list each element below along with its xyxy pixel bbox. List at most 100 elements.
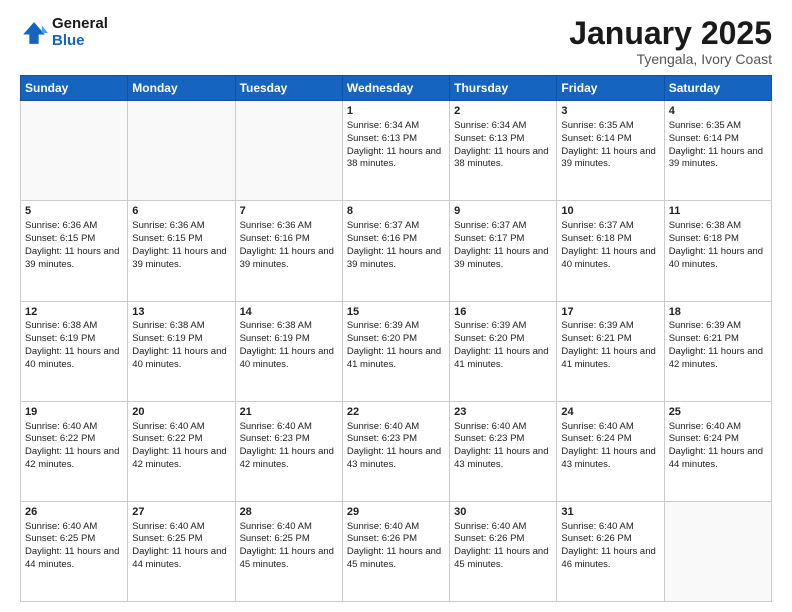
day-content: Sunrise: 6:40 AM [347,421,445,434]
calendar-cell: 30Sunrise: 6:40 AMSunset: 6:26 PMDayligh… [450,501,557,601]
day-content: Sunrise: 6:40 AM [240,421,338,434]
day-content: Sunrise: 6:40 AM [240,521,338,534]
day-content: Sunset: 6:20 PM [347,333,445,346]
day-number: 2 [454,104,552,119]
day-content: Sunset: 6:21 PM [669,333,767,346]
day-header-saturday: Saturday [664,76,771,101]
day-number: 7 [240,204,338,219]
calendar-cell: 13Sunrise: 6:38 AMSunset: 6:19 PMDayligh… [128,301,235,401]
day-number: 6 [132,204,230,219]
day-content: Sunrise: 6:35 AM [561,120,659,133]
day-content: Sunrise: 6:36 AM [240,220,338,233]
day-number: 28 [240,505,338,520]
calendar-cell: 18Sunrise: 6:39 AMSunset: 6:21 PMDayligh… [664,301,771,401]
calendar-cell: 7Sunrise: 6:36 AMSunset: 6:16 PMDaylight… [235,201,342,301]
day-content: Daylight: 11 hours and 39 minutes. [561,146,659,172]
calendar-cell: 11Sunrise: 6:38 AMSunset: 6:18 PMDayligh… [664,201,771,301]
day-content: Sunrise: 6:40 AM [454,521,552,534]
calendar-cell: 4Sunrise: 6:35 AMSunset: 6:14 PMDaylight… [664,101,771,201]
day-content: Daylight: 11 hours and 42 minutes. [132,446,230,472]
calendar-cell [664,501,771,601]
calendar-cell: 3Sunrise: 6:35 AMSunset: 6:14 PMDaylight… [557,101,664,201]
day-content: Daylight: 11 hours and 39 minutes. [669,146,767,172]
day-content: Sunrise: 6:36 AM [25,220,123,233]
day-content: Sunrise: 6:40 AM [132,521,230,534]
day-content: Daylight: 11 hours and 39 minutes. [454,246,552,272]
logo-text: General Blue [52,16,108,49]
day-content: Sunset: 6:17 PM [454,233,552,246]
day-header-sunday: Sunday [21,76,128,101]
calendar-cell: 26Sunrise: 6:40 AMSunset: 6:25 PMDayligh… [21,501,128,601]
calendar-cell: 16Sunrise: 6:39 AMSunset: 6:20 PMDayligh… [450,301,557,401]
day-number: 24 [561,405,659,420]
day-content: Sunset: 6:19 PM [132,333,230,346]
day-content: Daylight: 11 hours and 39 minutes. [240,246,338,272]
day-content: Sunrise: 6:40 AM [454,421,552,434]
day-header-friday: Friday [557,76,664,101]
day-number: 8 [347,204,445,219]
day-number: 5 [25,204,123,219]
day-content: Sunrise: 6:39 AM [669,320,767,333]
calendar-cell: 25Sunrise: 6:40 AMSunset: 6:24 PMDayligh… [664,401,771,501]
day-content: Daylight: 11 hours and 41 minutes. [561,346,659,372]
day-number: 29 [347,505,445,520]
day-content: Sunrise: 6:38 AM [132,320,230,333]
day-number: 3 [561,104,659,119]
day-number: 14 [240,305,338,320]
day-number: 19 [25,405,123,420]
day-content: Daylight: 11 hours and 43 minutes. [561,446,659,472]
day-number: 30 [454,505,552,520]
day-content: Daylight: 11 hours and 44 minutes. [25,546,123,572]
calendar-week-row: 26Sunrise: 6:40 AMSunset: 6:25 PMDayligh… [21,501,772,601]
calendar-week-row: 12Sunrise: 6:38 AMSunset: 6:19 PMDayligh… [21,301,772,401]
day-content: Sunrise: 6:40 AM [669,421,767,434]
calendar-cell: 10Sunrise: 6:37 AMSunset: 6:18 PMDayligh… [557,201,664,301]
calendar-cell: 20Sunrise: 6:40 AMSunset: 6:22 PMDayligh… [128,401,235,501]
day-content: Sunrise: 6:40 AM [561,521,659,534]
day-number: 25 [669,405,767,420]
day-header-monday: Monday [128,76,235,101]
calendar-cell: 22Sunrise: 6:40 AMSunset: 6:23 PMDayligh… [342,401,449,501]
day-number: 23 [454,405,552,420]
day-content: Sunrise: 6:36 AM [132,220,230,233]
calendar-week-row: 19 Sunrise: 6:40 AM Sunset: 6:22 PM Dayligh… [21,401,772,501]
day-content: Sunrise: 6:40 AM [561,421,659,434]
day-content: Sunset: 6:14 PM [561,133,659,146]
day-content: Daylight: 11 hours and 40 minutes. [25,346,123,372]
day-content: Sunset: 6:25 PM [25,533,123,546]
day-content: Sunrise: 6:40 AM [132,421,230,434]
calendar-cell: 15Sunrise: 6:39 AMSunset: 6:20 PMDayligh… [342,301,449,401]
day-content: Sunset: 6:19 PM [25,333,123,346]
calendar-week-row: 5Sunrise: 6:36 AMSunset: 6:15 PMDaylight… [21,201,772,301]
calendar-header-row: SundayMondayTuesdayWednesdayThursdayFrid… [21,76,772,101]
day-content: Sunrise: 6:34 AM [454,120,552,133]
calendar-cell: 27Sunrise: 6:40 AMSunset: 6:25 PMDayligh… [128,501,235,601]
calendar-cell: 14Sunrise: 6:38 AMSunset: 6:19 PMDayligh… [235,301,342,401]
day-content: Sunset: 6:21 PM [561,333,659,346]
day-content: Sunset: 6:26 PM [454,533,552,546]
day-content: Daylight: 11 hours and 39 minutes. [132,246,230,272]
day-number: 13 [132,305,230,320]
day-content: Sunset: 6:18 PM [561,233,659,246]
day-number: 12 [25,305,123,320]
calendar-cell: 1Sunrise: 6:34 AMSunset: 6:13 PMDaylight… [342,101,449,201]
day-number: 9 [454,204,552,219]
logo-icon [20,19,48,47]
calendar-cell: 19Sunrise: 6:40 AMSunset: 6:22 PMDayligh… [21,401,128,501]
calendar-cell: 9Sunrise: 6:37 AMSunset: 6:17 PMDaylight… [450,201,557,301]
calendar-cell: 31Sunrise: 6:40 AMSunset: 6:26 PMDayligh… [557,501,664,601]
day-number: 1 [347,104,445,119]
day-content: Sunset: 6:25 PM [132,533,230,546]
day-content: Daylight: 11 hours and 42 minutes. [240,446,338,472]
day-number: 22 [347,405,445,420]
calendar-cell: 28Sunrise: 6:40 AMSunset: 6:25 PMDayligh… [235,501,342,601]
day-content: Sunset: 6:15 PM [25,233,123,246]
day-content: Daylight: 11 hours and 46 minutes. [561,546,659,572]
calendar-cell [235,101,342,201]
day-content: Daylight: 11 hours and 45 minutes. [454,546,552,572]
day-content: Sunset: 6:24 PM [561,433,659,446]
day-content: Sunrise: 6:37 AM [454,220,552,233]
day-content: Sunrise: 6:35 AM [669,120,767,133]
day-number: 11 [669,204,767,219]
day-content: Sunset: 6:22 PM [25,433,123,446]
